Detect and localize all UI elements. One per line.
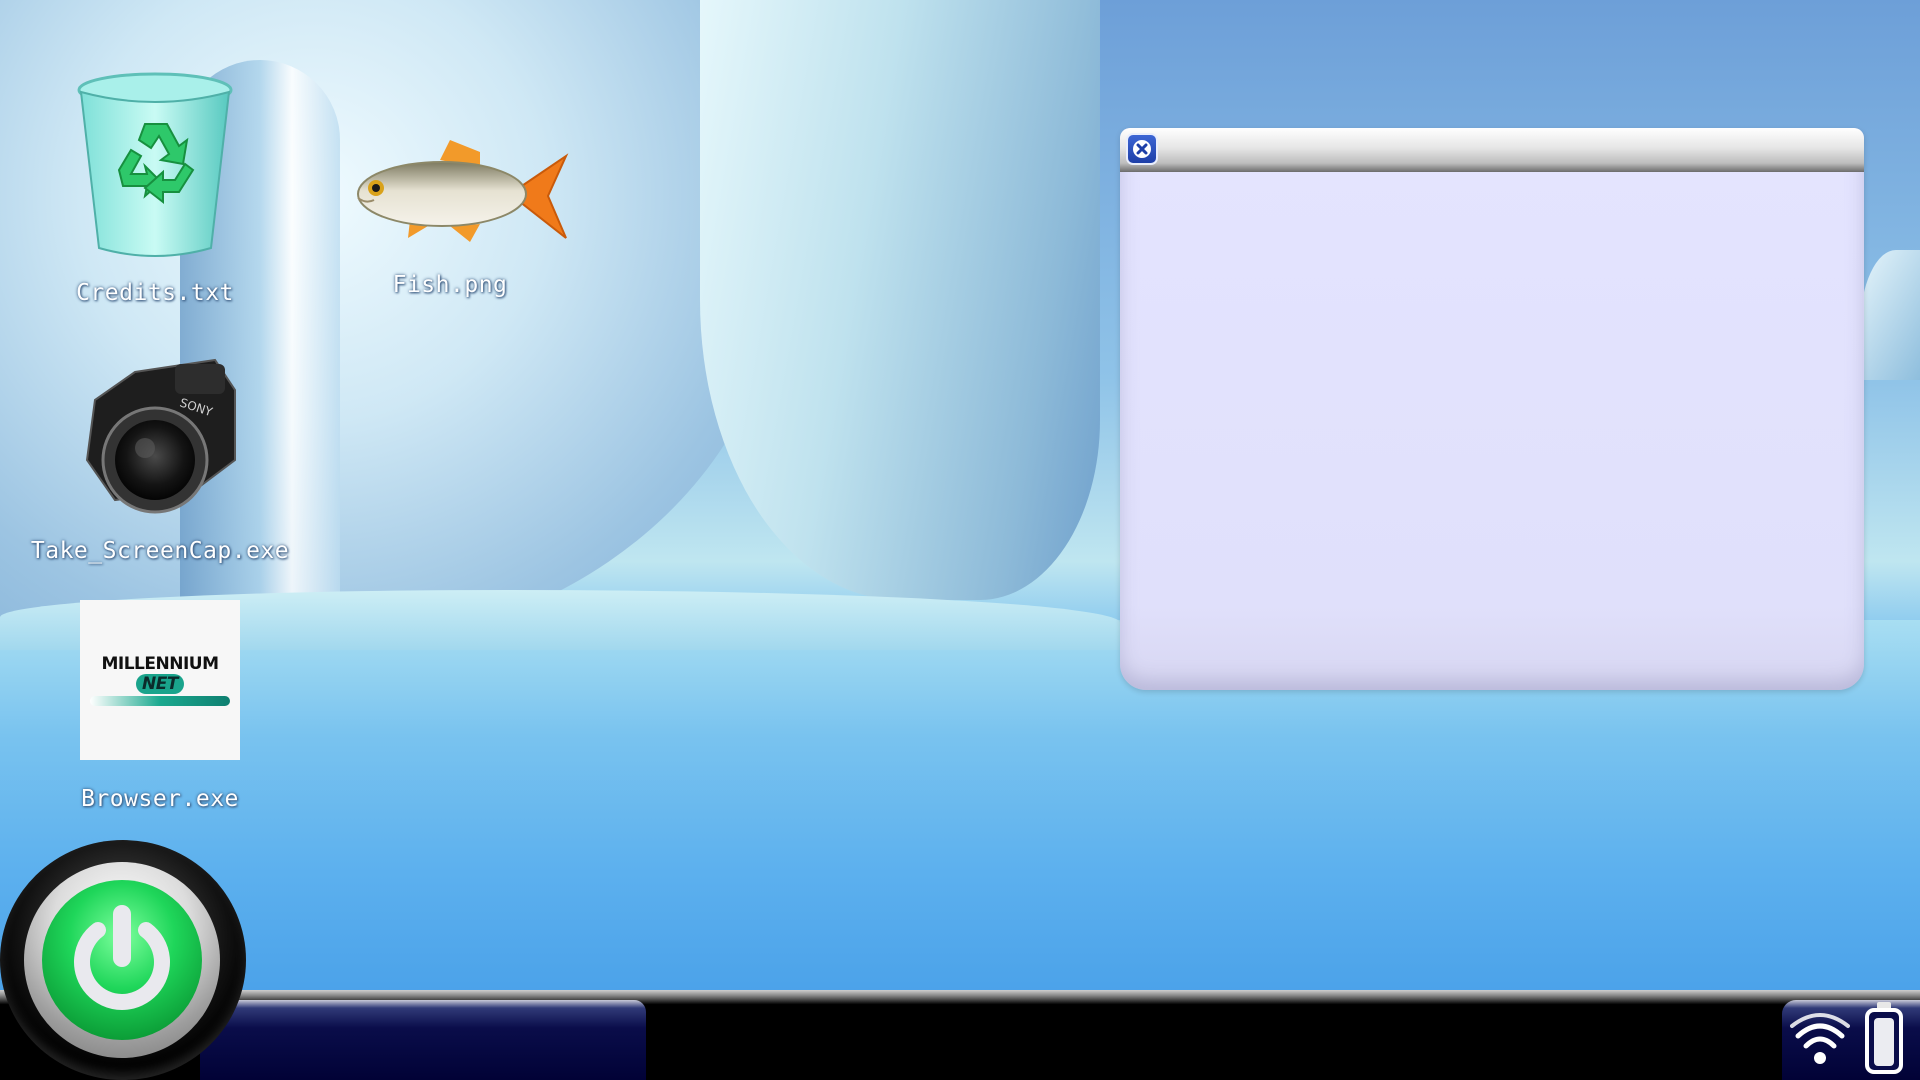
desktop-icon-browser[interactable]: MILLENNIUMNET Browser.exe (60, 600, 260, 812)
camera-icon: SONY (30, 350, 290, 524)
fish-icon (330, 138, 570, 252)
millennium-net-logo-icon: MILLENNIUMNET (80, 600, 240, 760)
recycle-bin-icon (60, 72, 250, 266)
browser-logo-swoosh (90, 696, 230, 706)
taskbar-task-panel[interactable] (200, 1000, 646, 1080)
close-icon (1133, 140, 1151, 158)
close-button[interactable] (1126, 133, 1158, 165)
power-icon (74, 905, 170, 1010)
browser-logo-main: MILLENNIUM (101, 654, 219, 674)
desktop-icon-label: Credits.txt (76, 280, 234, 306)
wallpaper-iceberg-right (1860, 250, 1920, 380)
browser-logo-text: MILLENNIUMNET (80, 654, 240, 694)
window-title-bar[interactable] (1120, 128, 1864, 172)
battery-icon[interactable] (1864, 1000, 1904, 1080)
desktop-icon-credits[interactable]: Credits.txt (60, 72, 250, 306)
desktop-icon-fish[interactable]: Fish.png (330, 138, 570, 298)
desktop-icon-label: Take_ScreenCap.exe (30, 538, 290, 564)
browser-logo-net: NET (136, 674, 184, 694)
desktop-icon-label: Browser.exe (81, 786, 239, 812)
power-button[interactable] (0, 840, 246, 1080)
power-button-ring (24, 862, 220, 1058)
wifi-icon[interactable] (1790, 1012, 1850, 1072)
wallpaper-iceberg-center (700, 0, 1100, 600)
desktop-icon-screencap[interactable]: SONY Take_ScreenCap.exe (30, 350, 290, 564)
desktop: Credits.txt Fish.png SONY Take_ScreenCap… (0, 0, 1920, 1080)
app-window[interactable] (1120, 128, 1864, 690)
power-button-face (42, 880, 202, 1040)
desktop-icon-label: Fish.png (392, 272, 508, 298)
